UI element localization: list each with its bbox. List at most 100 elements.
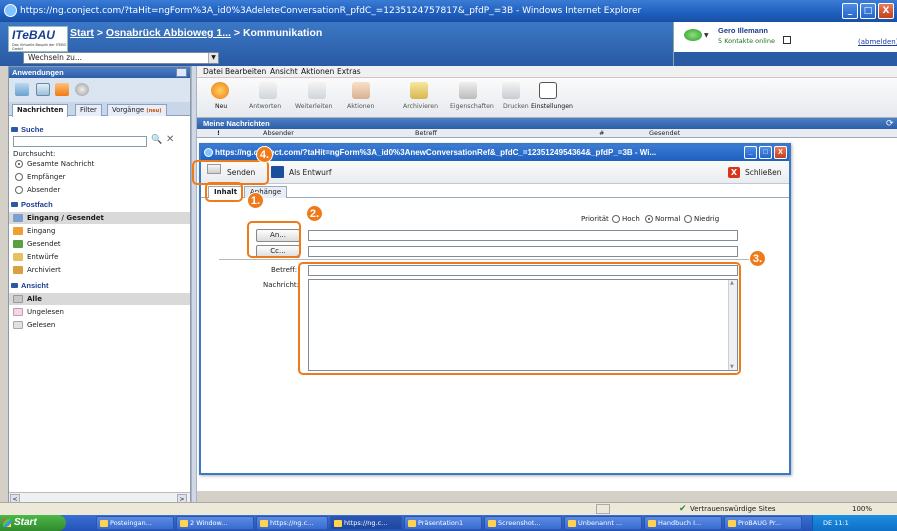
zoom-level[interactable]: 100% [852,505,872,513]
chat-bubble-icon[interactable] [684,29,702,41]
archive-icon[interactable] [410,82,428,99]
taskbar-item[interactable]: 2 Window... [176,516,254,530]
taskbar-item[interactable]: Handbuch I... [644,516,722,530]
toolbar-new-button[interactable]: Neu [215,103,227,110]
security-zone[interactable]: Vertrauenswürdige Sites [690,505,776,513]
search-input[interactable] [13,136,147,147]
forward-icon[interactable] [308,82,326,99]
close-compose-window-button[interactable]: X [774,146,787,159]
logout-link[interactable]: (abmelden) [858,38,897,46]
collapse-panel-icon[interactable] [176,68,187,77]
start-button[interactable]: Start [0,515,66,531]
toolbar-print-button[interactable]: Drucken [503,103,529,110]
reply-icon[interactable] [259,82,277,99]
chevron-down-icon[interactable]: ▼ [208,53,218,63]
scope-option[interactable]: Empfänger [27,173,66,181]
mailbox-item-sent[interactable]: Gesendet [9,238,190,250]
planning-app-icon[interactable] [15,83,29,96]
callout-box-message [298,262,741,375]
taskbar-item[interactable]: Präsentation1 [404,516,482,530]
toolbar-reply-button[interactable]: Antworten [249,103,281,110]
taskbar-item[interactable]: Unbenannt ... [564,516,642,530]
tab-messages[interactable]: Nachrichten [12,104,69,117]
minimize-button[interactable]: _ [842,3,858,19]
view-item-all[interactable]: Alle [9,293,190,305]
menu-extras[interactable]: Extras [337,67,361,76]
close-window-button[interactable]: X [878,3,894,19]
settings-icon[interactable] [539,82,557,99]
toolbar-actions-button[interactable]: Aktionen [347,103,374,110]
taskbar-item[interactable]: Screenshot... [484,516,562,530]
scope-option[interactable]: Absender [27,186,60,194]
scope-option[interactable]: Gesamte Nachricht [27,160,94,168]
column-subject[interactable]: Betreff [415,129,437,138]
scope-radio-full[interactable] [15,160,23,168]
column-sent[interactable]: Gesendet [649,129,680,138]
online-contacts[interactable]: 5 Kontakte online [718,37,775,45]
sidebar: Anwendungen Nachrichten Filter Vorgänge … [8,66,191,506]
taskbar-item[interactable]: ProBAUG Pr... [724,516,802,530]
view-item-read[interactable]: Gelesen [9,319,190,331]
inbox-icon [13,227,23,235]
column-priority[interactable]: ! [217,129,220,138]
taskbar-item[interactable]: Posteingan... [96,516,174,530]
communication-app-icon[interactable] [55,83,69,96]
view-section-title[interactable]: Ansicht [9,280,190,291]
settings-app-icon[interactable] [75,83,89,96]
scope-radio-recipient[interactable] [15,173,23,181]
priority-high-radio[interactable] [612,215,620,223]
view-item-unread[interactable]: Ungelesen [9,306,190,318]
print-icon[interactable] [502,82,520,99]
cc-field[interactable] [308,246,738,257]
tab-filter[interactable]: Filter [75,104,102,116]
toolbar-settings-button[interactable]: Einstellungen [531,103,573,110]
column-sender[interactable]: Absender [263,129,294,138]
priority-normal-label[interactable]: Normal [655,215,680,223]
itebau-logo[interactable]: ITeBAU Das Virtuelle Baupkt der ITEBO Gm… [8,26,68,52]
mailbox-item-in-out[interactable]: Eingang / Gesendet [9,212,190,224]
documents-app-icon[interactable] [36,83,50,96]
priority-low-radio[interactable] [684,215,692,223]
menu-edit[interactable]: Bearbeiten [225,67,266,76]
actions-icon[interactable] [352,82,370,99]
compose-title-bar: https://ng.conject.com/?taHit=ngForm%3A_… [201,145,789,161]
save-draft-button[interactable]: Als Entwurf [271,165,332,180]
mailbox-section-title[interactable]: Postfach [9,199,190,210]
maximize-button[interactable]: □ [759,146,772,159]
toolbar-forward-button[interactable]: Weiterleiten [295,103,332,110]
popup-window-icon[interactable] [783,36,791,44]
clear-search-icon[interactable]: ✕ [166,134,174,145]
callout-badge-1: 1. [247,192,264,209]
search-icon[interactable]: 🔍 [151,135,162,145]
taskbar-item[interactable]: https://ng.c... [256,516,328,530]
system-tray[interactable]: DE 11:1 [812,515,897,531]
logo-main: ITe [12,28,29,42]
mailbox-item-inbox[interactable]: Eingang [9,225,190,237]
maximize-button[interactable]: □ [860,3,876,19]
mailbox-item-drafts[interactable]: Entwürfe [9,251,190,263]
to-field[interactable] [308,230,738,241]
search-section-title[interactable]: Suche [9,124,190,135]
chevron-down-icon[interactable]: ▼ [704,32,709,39]
scope-radio-sender[interactable] [15,186,23,194]
priority-high-label[interactable]: Hoch [622,215,640,223]
properties-icon[interactable] [459,82,477,99]
column-count[interactable]: # [599,129,604,138]
tab-processes[interactable]: Vorgänge (neu) [107,104,167,116]
menu-file[interactable]: Datei [203,67,223,76]
priority-normal-radio[interactable] [645,215,653,223]
taskbar-item[interactable]: https://ng.c... [330,516,402,530]
toolbar-properties-button[interactable]: Eigenschaften [450,103,494,110]
new-message-icon[interactable] [211,82,229,99]
breadcrumb-start[interactable]: Start [70,27,94,39]
minimize-button[interactable]: _ [744,146,757,159]
priority-low-label[interactable]: Niedrig [694,215,719,223]
toolbar-archive-button[interactable]: Archivieren [403,103,438,110]
menu-view[interactable]: Ansicht [270,67,298,76]
close-button[interactable]: Schließen [727,165,782,180]
menu-actions[interactable]: Aktionen [301,67,334,76]
project-switch-select[interactable]: Wechseln zu... [23,52,219,64]
breadcrumb-project[interactable]: Osnabrück Abbioweg 1... [106,27,231,39]
refresh-icon[interactable]: ⟳ [886,119,894,129]
mailbox-item-archive[interactable]: Archiviert [9,264,190,276]
